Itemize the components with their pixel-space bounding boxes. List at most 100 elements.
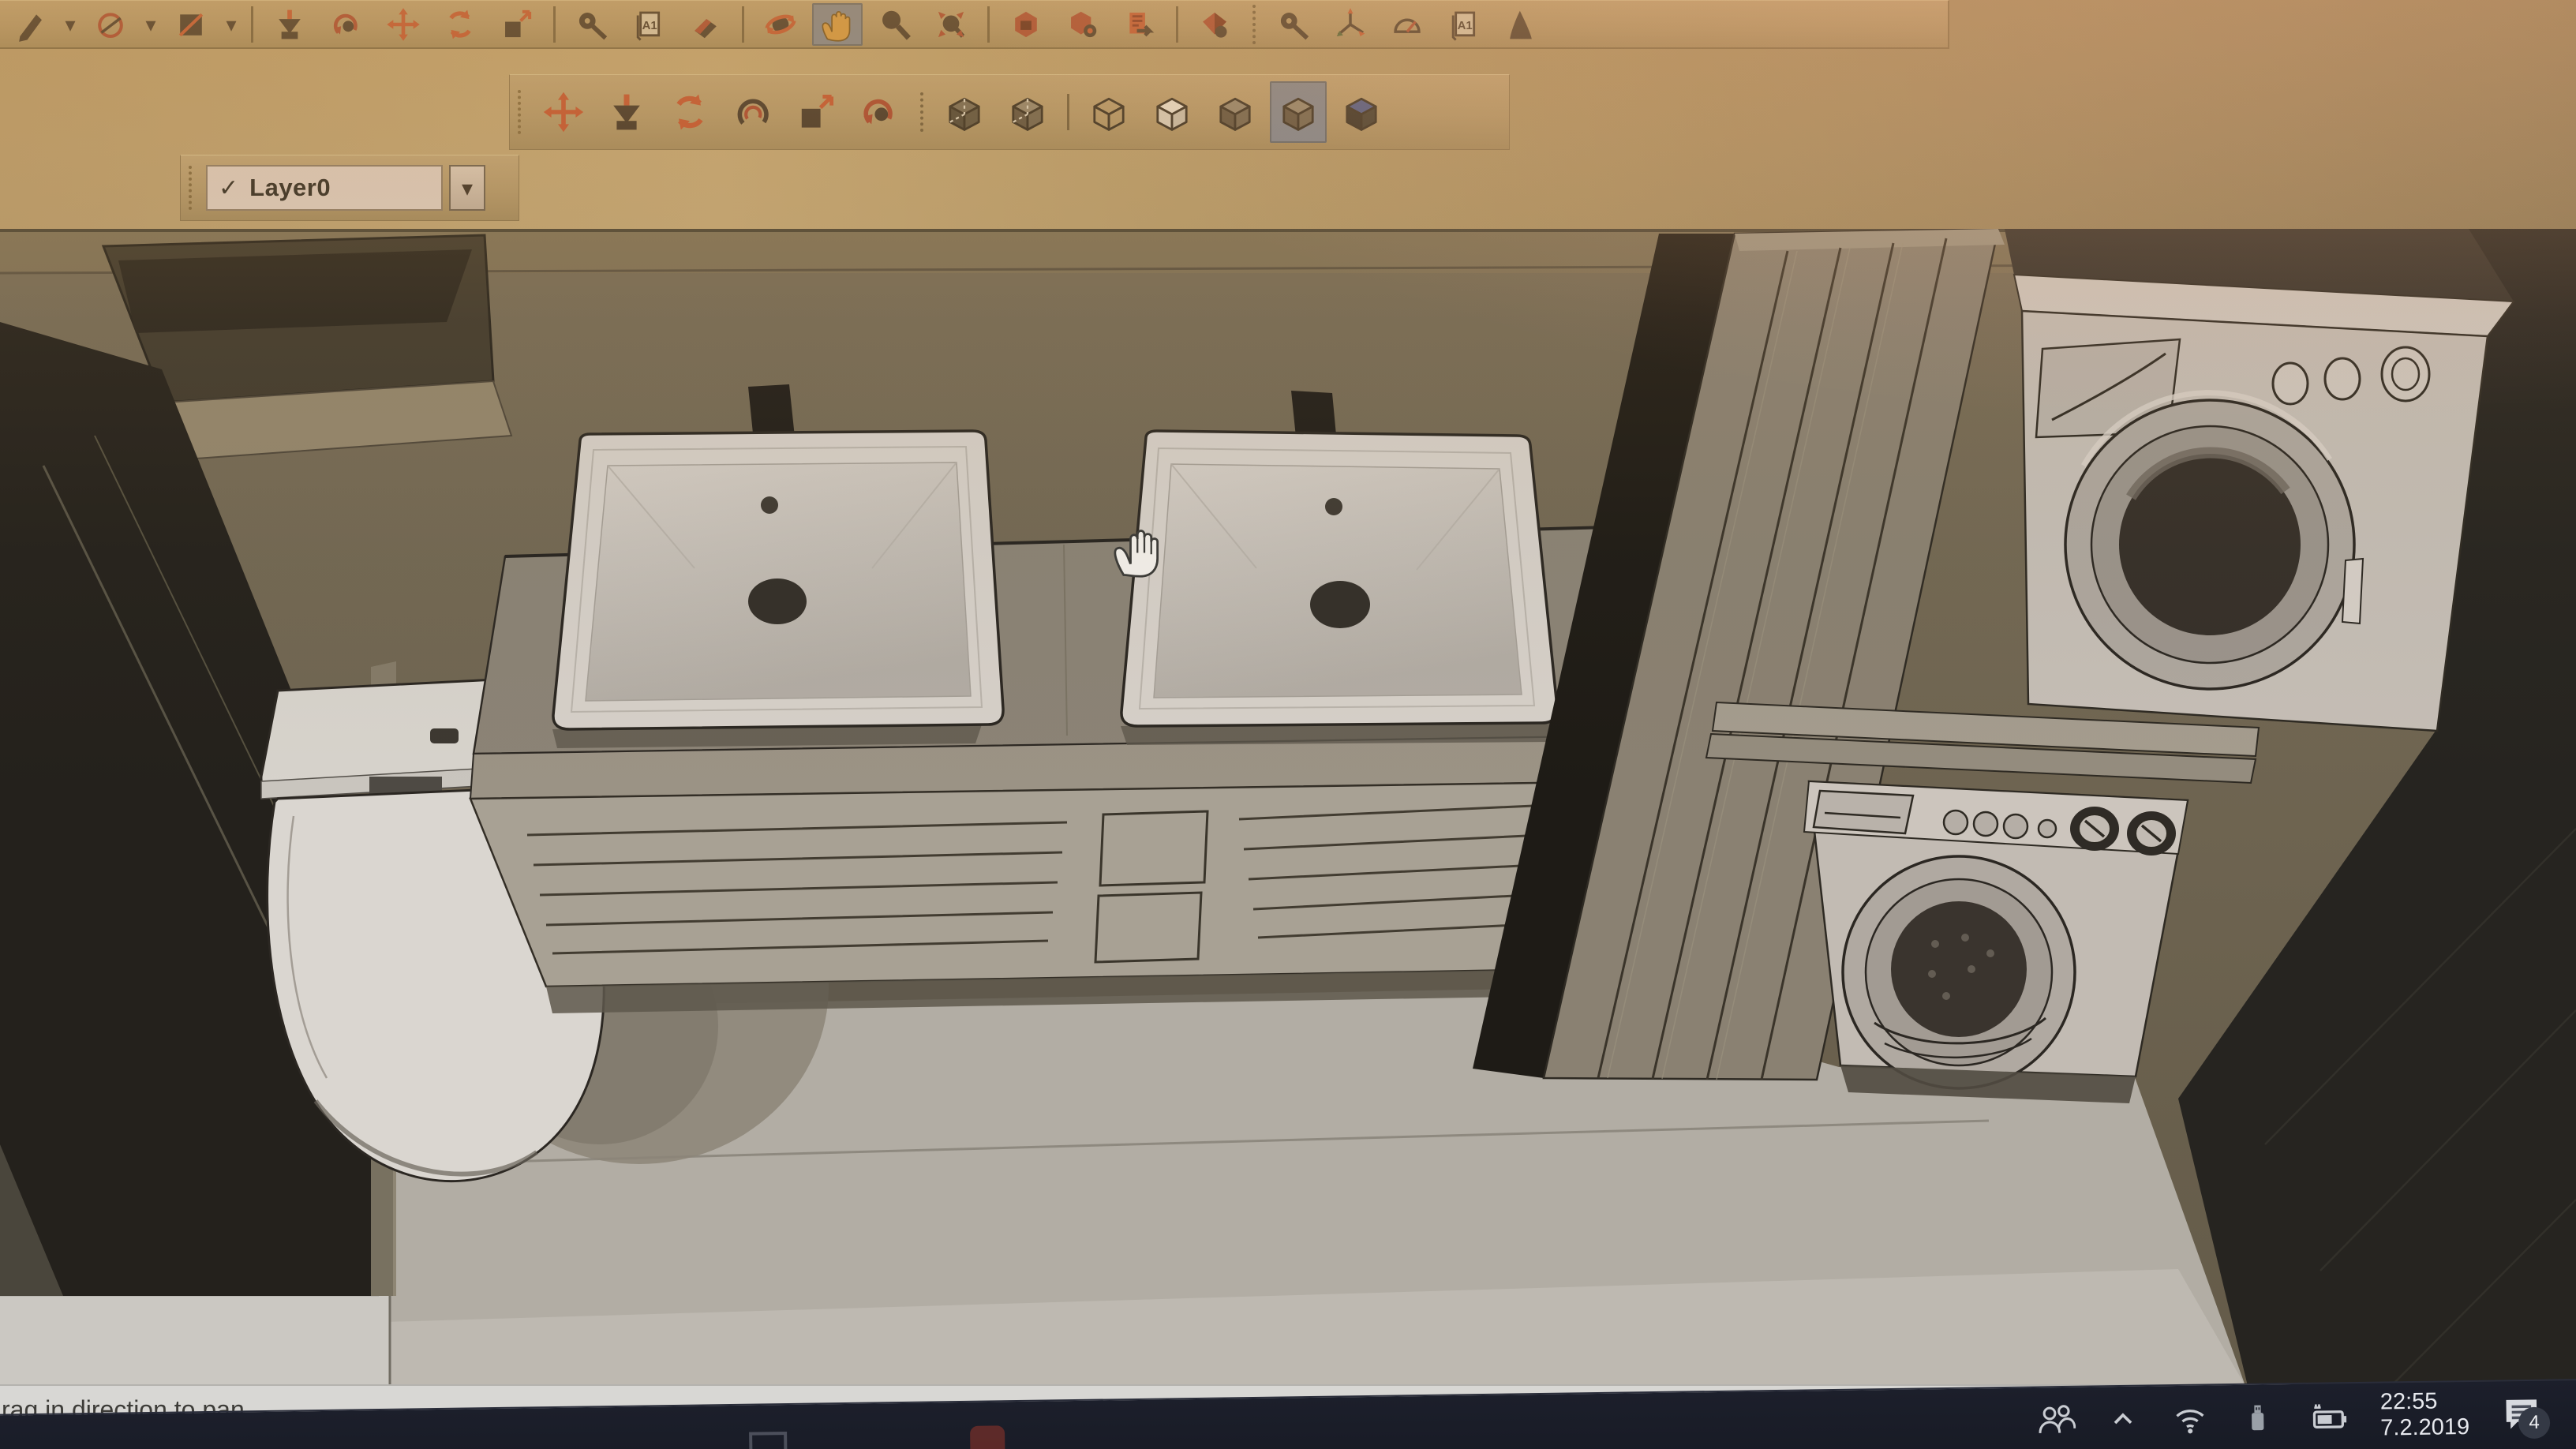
- taskbar-clock[interactable]: 22:55 7.2.2019: [2380, 1388, 2470, 1442]
- toolbar-separator: [1067, 94, 1069, 130]
- move-icon: [385, 6, 421, 43]
- eraser-icon: [687, 6, 724, 43]
- washer-top: [2005, 229, 2514, 731]
- tool-pushpull[interactable]: [264, 3, 315, 46]
- tool-followme[interactable]: [321, 3, 372, 46]
- toolbar-separator: [553, 6, 556, 43]
- dim-icon: A1: [631, 6, 667, 43]
- toolbar-layers: ✓ Layer0 ▾: [180, 155, 519, 221]
- clock-date: 7.2.2019: [2380, 1414, 2469, 1442]
- pushpull2-icon: [605, 90, 649, 134]
- tool-offset[interactable]: [724, 81, 781, 143]
- rotate-icon: [442, 6, 478, 43]
- tool-cube-wire[interactable]: [1080, 81, 1137, 143]
- chevron-up-icon[interactable]: [2106, 1403, 2141, 1436]
- dropdown-arrow-icon[interactable]: ▾: [62, 3, 79, 46]
- tool-pan[interactable]: [812, 3, 863, 46]
- tool-cube-backedges[interactable]: [999, 81, 1056, 143]
- axes-icon: [1332, 6, 1368, 43]
- tool-tape2[interactable]: [1268, 3, 1319, 46]
- tool-rotate[interactable]: [435, 3, 485, 46]
- sink-right: [1121, 431, 1558, 745]
- tool-layout[interactable]: [1114, 3, 1165, 46]
- protractor-icon: [1389, 6, 1425, 43]
- cube-wire-icon: [1087, 90, 1131, 134]
- model-viewport[interactable]: [0, 229, 2576, 1386]
- tape-icon: [574, 6, 610, 43]
- styles-icon: [1196, 6, 1233, 43]
- rect-icon: [173, 6, 209, 43]
- toolbar-separator: [742, 6, 744, 43]
- cube-hidden-icon: [1150, 90, 1194, 134]
- toolbar-drag-handle[interactable]: [518, 90, 521, 134]
- wifi-icon[interactable]: [2170, 1400, 2211, 1436]
- tool-tape[interactable]: [567, 3, 617, 46]
- tool-zoomext[interactable]: [926, 3, 976, 46]
- tool-axes[interactable]: [1325, 3, 1376, 46]
- tool-scale2[interactable]: [788, 81, 844, 143]
- system-tray: 22:55 7.2.2019 4: [2035, 1384, 2544, 1449]
- usb-device-icon[interactable]: [2240, 1399, 2275, 1435]
- zoomext-icon: [933, 6, 969, 43]
- dropdown-arrow-icon[interactable]: ▾: [142, 3, 159, 46]
- pan-icon: [819, 6, 856, 43]
- tool-eraser[interactable]: [680, 3, 731, 46]
- layout-icon: [1121, 6, 1158, 43]
- people-icon[interactable]: [2035, 1402, 2076, 1438]
- taskbar-app-icon[interactable]: [970, 1425, 1005, 1449]
- tool-line[interactable]: [5, 3, 55, 46]
- dropdown-arrow-icon[interactable]: ▾: [223, 3, 240, 46]
- tool-move[interactable]: [378, 3, 429, 46]
- tool-scale[interactable]: [492, 3, 542, 46]
- toolbar-drag-handle[interactable]: [189, 166, 192, 210]
- toolbar-separator: [1252, 5, 1256, 44]
- orbit-icon: [762, 6, 799, 43]
- layer-dropdown-button[interactable]: ▾: [449, 165, 485, 211]
- tool-dim2[interactable]: A1: [1439, 3, 1489, 46]
- cube-mono-icon: [1339, 90, 1383, 134]
- scale2-icon: [794, 90, 838, 134]
- tool-move2[interactable]: [535, 81, 592, 143]
- arcs-icon: [92, 6, 129, 43]
- tool-pushpull2[interactable]: [598, 81, 655, 143]
- tool-cube-hidden[interactable]: [1144, 81, 1200, 143]
- action-center-button[interactable]: 4: [2499, 1391, 2544, 1436]
- tool-followme2[interactable]: [851, 81, 908, 143]
- tool-styles[interactable]: [1189, 3, 1240, 46]
- toolbar-separator: [920, 92, 923, 132]
- tool-cube-shadedtex[interactable]: [1270, 81, 1327, 143]
- sink-left-drain: [748, 578, 807, 624]
- cube-xray-icon: [942, 90, 987, 134]
- extwarehouse-icon: [1065, 6, 1101, 43]
- tool-protractor[interactable]: [1382, 3, 1432, 46]
- tool-arcs[interactable]: [85, 3, 136, 46]
- tool-cube-xray[interactable]: [936, 81, 993, 143]
- cube-backedges-icon: [1005, 90, 1050, 134]
- battery-plug-icon[interactable]: [2305, 1398, 2351, 1434]
- layer-visible-check-icon: ✓: [219, 174, 238, 202]
- zoom-icon: [876, 6, 912, 43]
- svg-text:A1: A1: [1458, 18, 1473, 32]
- tool-warehouse[interactable]: [1001, 3, 1051, 46]
- tool-rotate2[interactable]: [661, 81, 718, 143]
- toolbar-main: ▾ ▾ ▾ A1 A1: [0, 0, 1949, 49]
- tool-orbit[interactable]: [755, 3, 806, 46]
- tool-cube-shaded[interactable]: [1207, 81, 1264, 143]
- move2-icon: [541, 90, 586, 134]
- layer-field[interactable]: ✓ Layer0: [206, 165, 443, 211]
- offset-icon: [731, 90, 775, 134]
- followme-icon: [328, 6, 365, 43]
- sink-right-drain: [1310, 581, 1370, 628]
- toolbar-separator: [1176, 6, 1178, 43]
- taskbar-app-icon[interactable]: [749, 1432, 788, 1449]
- pushpull-icon: [271, 6, 308, 43]
- detergent-drawer: [1814, 791, 1913, 833]
- tool-dim[interactable]: A1: [623, 3, 674, 46]
- tool-zoom[interactable]: [869, 3, 919, 46]
- rotate2-icon: [668, 90, 712, 134]
- tool-text3d[interactable]: [1496, 3, 1546, 46]
- toolbar-edit-styles: [509, 74, 1510, 150]
- tool-rect[interactable]: [166, 3, 216, 46]
- tool-cube-mono[interactable]: [1333, 81, 1390, 143]
- tool-extwarehouse[interactable]: [1058, 3, 1108, 46]
